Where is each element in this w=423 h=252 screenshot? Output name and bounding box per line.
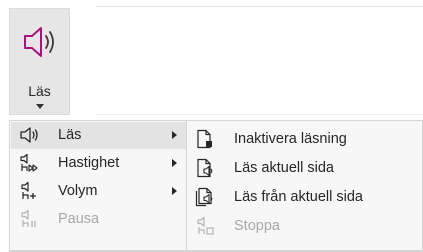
speaker-icon	[22, 25, 58, 64]
submenu-bottom-border	[187, 250, 422, 251]
menu-item-volume-label: Volym	[58, 183, 98, 199]
submenu-item-read-current-page[interactable]: Läs aktuell sida	[188, 155, 421, 182]
disable-reading-icon	[195, 129, 215, 149]
menu-item-speed[interactable]: Hastighet	[11, 150, 186, 177]
stop-icon	[195, 216, 215, 236]
menu-item-volume[interactable]: Volym	[11, 178, 186, 205]
menu-bottom-border	[10, 250, 187, 251]
menu-item-speed-label: Hastighet	[58, 155, 120, 171]
chevron-down-icon	[35, 104, 44, 109]
read-page-icon	[195, 158, 215, 178]
chevron-right-icon	[172, 187, 177, 195]
chevron-right-icon	[172, 131, 177, 139]
submenu-item-stop[interactable]: Stoppa	[188, 213, 421, 240]
menu-item-pause-label: Pausa	[58, 211, 100, 227]
speaker-icon	[19, 125, 39, 145]
pause-icon	[19, 209, 39, 229]
ribbon-divider-bottom	[96, 114, 423, 115]
read-aloud-button-label: Läs	[28, 83, 51, 99]
volume-icon	[19, 181, 39, 201]
speed-icon	[19, 153, 39, 173]
submenu-item-read-current-page-label: Läs aktuell sida	[234, 160, 334, 176]
submenu-item-read-from-current-page[interactable]: Läs från aktuell sida	[188, 184, 421, 211]
ribbon-divider-top	[96, 6, 423, 7]
read-aloud-button[interactable]: Läs	[9, 8, 70, 115]
read-submenu: Inaktivera läsning Läs aktuell sida Läs …	[186, 120, 423, 252]
read-from-page-icon	[195, 187, 215, 207]
menu-item-read[interactable]: Läs	[11, 122, 186, 149]
chevron-right-icon	[172, 159, 177, 167]
submenu-item-disable-reading-label: Inaktivera läsning	[234, 131, 347, 147]
submenu-item-disable-reading[interactable]: Inaktivera läsning	[188, 126, 421, 153]
read-menu: Läs Hastighet Volym Pausa	[9, 120, 188, 252]
menu-item-read-label: Läs	[58, 127, 82, 143]
submenu-item-read-from-current-page-label: Läs från aktuell sida	[234, 189, 363, 205]
menu-item-pause[interactable]: Pausa	[11, 206, 186, 233]
submenu-item-stop-label: Stoppa	[234, 218, 280, 234]
